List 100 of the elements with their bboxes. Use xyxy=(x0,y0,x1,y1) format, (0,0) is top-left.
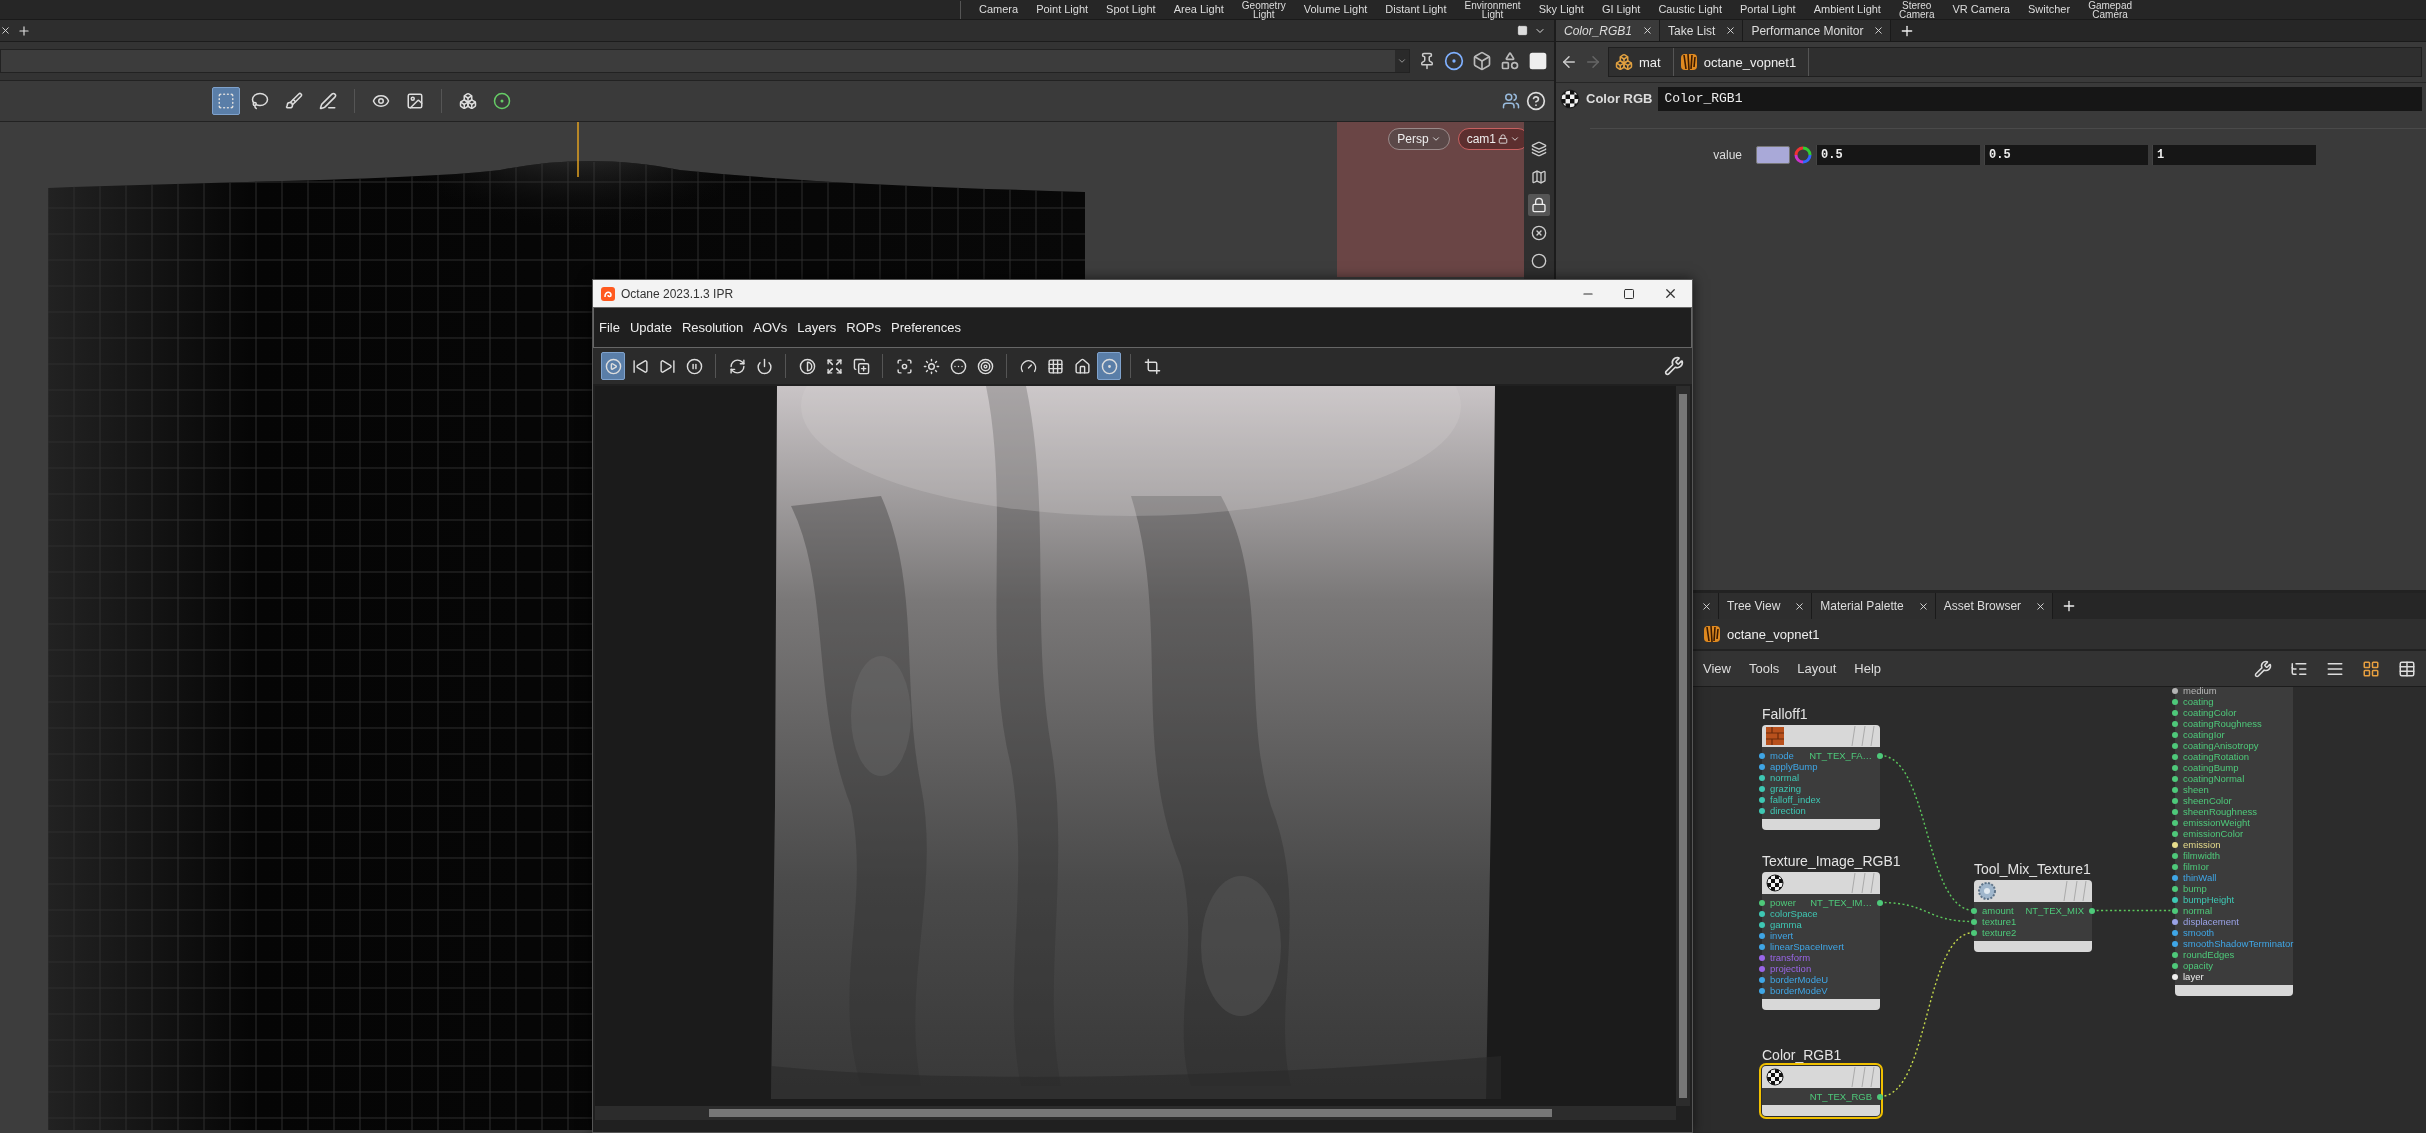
input-port[interactable] xyxy=(2172,753,2178,760)
input-port[interactable] xyxy=(2172,775,2178,782)
menu-item[interactable]: Update xyxy=(629,320,672,335)
input-port[interactable] xyxy=(1759,921,1765,928)
shelf-tool[interactable]: Camera xyxy=(979,4,1019,15)
square-icon[interactable] xyxy=(1528,51,1548,71)
output-node[interactable] xyxy=(2175,687,2293,996)
menu-item[interactable]: Layout xyxy=(1797,661,1837,676)
menu-item[interactable]: Preferences xyxy=(891,320,962,335)
input-port[interactable] xyxy=(2172,808,2178,815)
output-port[interactable] xyxy=(2089,907,2095,914)
input-port[interactable] xyxy=(2172,709,2178,716)
menu-item[interactable]: Tools xyxy=(1748,661,1780,676)
input-port[interactable] xyxy=(2172,819,2178,826)
input-port[interactable] xyxy=(2172,863,2178,870)
input-port[interactable] xyxy=(1971,929,1977,936)
dropdown-icon[interactable] xyxy=(1397,56,1407,66)
input-port[interactable] xyxy=(1759,763,1765,770)
shelf-tool[interactable]: Caustic Light xyxy=(1658,4,1722,15)
close-icon[interactable] xyxy=(1642,25,1654,36)
input-port[interactable] xyxy=(1759,899,1765,906)
help-icon[interactable] xyxy=(1526,91,1546,111)
input-port[interactable] xyxy=(1971,907,1977,914)
circle-x-icon[interactable] xyxy=(1531,225,1547,241)
target-icon[interactable] xyxy=(1444,51,1464,71)
shelf-tool[interactable]: GI Light xyxy=(1601,4,1641,15)
shelf-tool[interactable]: Sky Light xyxy=(1538,4,1584,15)
map-icon[interactable] xyxy=(1531,169,1547,185)
wrench-icon[interactable] xyxy=(1664,356,1684,376)
add-tab-icon[interactable] xyxy=(17,23,31,38)
close-icon[interactable] xyxy=(2035,600,2047,612)
menu-item[interactable]: AOVs xyxy=(753,320,788,335)
input-port[interactable] xyxy=(2172,742,2178,749)
color-wheel-icon[interactable] xyxy=(1794,146,1812,164)
input-port[interactable] xyxy=(1759,910,1765,917)
shelf-tool[interactable]: Point Light xyxy=(1036,4,1089,15)
path-field[interactable] xyxy=(0,49,1410,73)
close-icon[interactable] xyxy=(1917,600,1929,612)
menu-item[interactable]: File xyxy=(599,320,620,335)
input-port[interactable] xyxy=(2172,973,2178,980)
close-icon[interactable] xyxy=(1701,600,1712,612)
lock-icon[interactable] xyxy=(1531,197,1547,213)
shelf-tool[interactable]: Stereo Camera xyxy=(1898,0,1935,19)
input-port[interactable] xyxy=(2172,874,2178,881)
square-icon[interactable] xyxy=(1517,25,1528,36)
menu-item[interactable]: Resolution xyxy=(681,320,744,335)
layers-icon[interactable] xyxy=(1531,141,1547,157)
close-icon[interactable] xyxy=(1873,25,1885,36)
input-port[interactable] xyxy=(1759,976,1765,983)
menu-item[interactable]: Help xyxy=(1854,661,1882,676)
input-port[interactable] xyxy=(2172,841,2178,848)
shelf-tool[interactable]: Distant Light xyxy=(1385,4,1447,15)
path-crumb[interactable]: octane_vopnet1 xyxy=(1673,48,1810,76)
input-port[interactable] xyxy=(2172,885,2178,892)
shapes-icon[interactable] xyxy=(1500,51,1520,71)
input-port[interactable] xyxy=(2172,731,2178,738)
output-port[interactable] xyxy=(1877,1093,1883,1100)
input-port[interactable] xyxy=(2172,698,2178,705)
input-port[interactable] xyxy=(2172,951,2178,958)
shelf-tool[interactable]: VR Camera xyxy=(1952,4,2010,15)
close-icon[interactable] xyxy=(1794,600,1806,612)
pane-tab[interactable]: Asset Browser xyxy=(1935,593,2054,619)
output-port[interactable] xyxy=(1877,752,1883,759)
input-port[interactable] xyxy=(2172,764,2178,771)
output-port[interactable] xyxy=(1877,899,1883,906)
circle-icon[interactable] xyxy=(1531,253,1547,269)
input-port[interactable] xyxy=(1759,932,1765,939)
menu-item[interactable]: View xyxy=(1703,661,1731,676)
table-icon[interactable] xyxy=(2398,659,2416,678)
display-options-icon[interactable] xyxy=(1502,92,1520,110)
input-port[interactable] xyxy=(1759,785,1765,792)
maximize-icon[interactable] xyxy=(1623,287,1635,300)
shelf-tool[interactable]: Switcher xyxy=(2027,4,2071,15)
input-port[interactable] xyxy=(2172,896,2178,903)
shelf-tool[interactable]: Portal Light xyxy=(1740,4,1796,15)
camera-menu-button[interactable]: cam1 xyxy=(1457,128,1524,150)
input-port[interactable] xyxy=(2172,940,2178,947)
node-name-field[interactable]: Color_RGB1 xyxy=(1658,86,2422,111)
input-port[interactable] xyxy=(2172,797,2178,804)
shelf-tool[interactable]: Ambient Light xyxy=(1813,4,1881,15)
camera-menu-button[interactable]: Persp xyxy=(1388,128,1450,150)
pane-tab[interactable]: Take List xyxy=(1660,20,1744,41)
wrench-icon[interactable] xyxy=(2254,659,2272,678)
input-port[interactable] xyxy=(2172,962,2178,969)
close-icon[interactable] xyxy=(1725,25,1737,36)
pane-tab[interactable]: Material Palette xyxy=(1812,593,1936,619)
close-icon[interactable] xyxy=(0,25,11,36)
pane-tab[interactable]: Color_RGB1 xyxy=(1556,20,1661,41)
path-crumb[interactable]: octane_vopnet1 xyxy=(1727,626,1820,642)
color-swatch[interactable] xyxy=(1756,146,1790,164)
pane-tab[interactable]: Tree View xyxy=(1719,593,1813,619)
path-crumb[interactable]: mat xyxy=(1609,48,1674,76)
shelf-tool[interactable]: Spot Light xyxy=(1106,4,1156,15)
shelf-tool[interactable]: Area Light xyxy=(1173,4,1224,15)
close-icon[interactable] xyxy=(1663,286,1678,301)
input-port[interactable] xyxy=(2172,929,2178,936)
input-port[interactable] xyxy=(1759,987,1765,994)
shelf-tool[interactable]: Gamepad Camera xyxy=(2088,0,2133,19)
input-port[interactable] xyxy=(2172,918,2178,925)
shelf-tool[interactable]: Geometry Light xyxy=(1241,0,1286,19)
